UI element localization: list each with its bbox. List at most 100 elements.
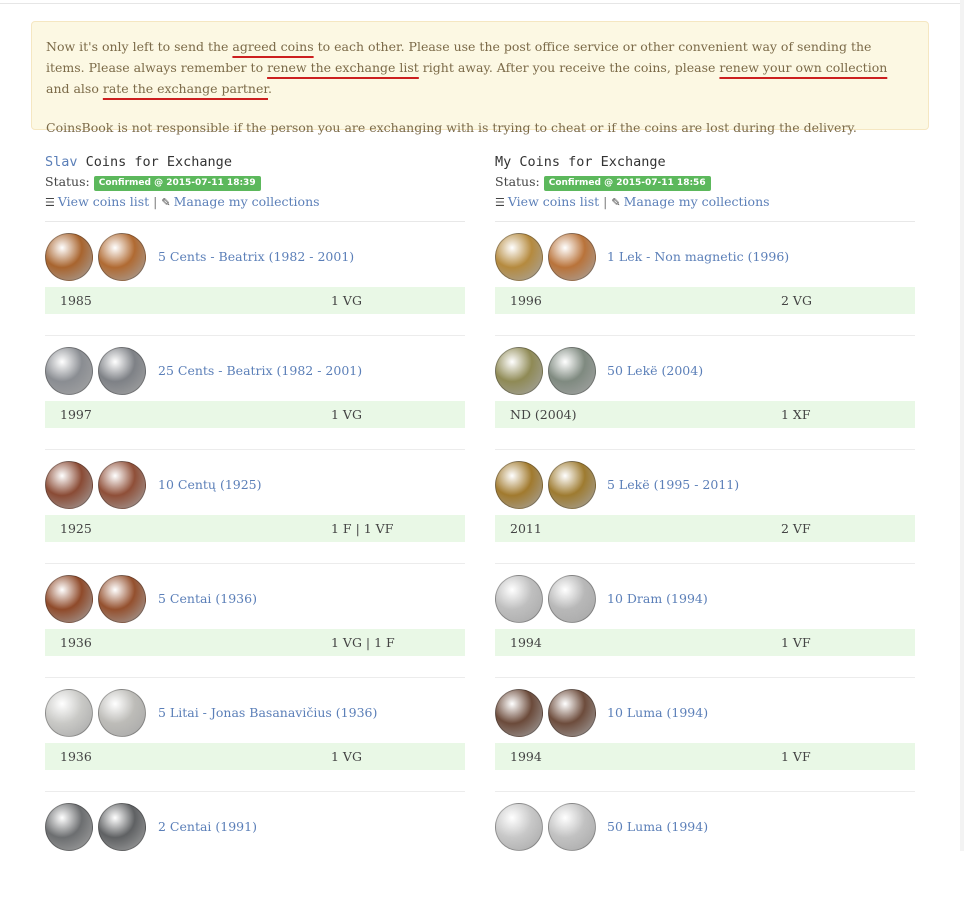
coin-obverse-image[interactable] — [45, 689, 93, 737]
coin-condition: 1 VF — [781, 749, 811, 764]
coin-variant-row: 1994 1 VF — [495, 629, 915, 656]
coin-variant-row: 1994 1 VF — [495, 743, 915, 770]
coin-condition: 2 VF — [781, 521, 811, 536]
status-badge: Confirmed @ 2015-07-11 18:39 — [93, 176, 261, 191]
coin-reverse-image[interactable] — [98, 689, 146, 737]
coin-year: 1994 — [510, 635, 542, 650]
coin-item: 1 Lek - Non magnetic (1996) 1996 2 VG — [495, 222, 915, 336]
notice-paragraph-2: CoinsBook is not responsible if the pers… — [46, 120, 857, 135]
coin-variant-row: 2011 2 VF — [495, 515, 915, 542]
coin-reverse-image[interactable] — [548, 347, 596, 395]
coin-year: 1985 — [60, 293, 92, 308]
list-icon: ☰ — [45, 196, 55, 209]
coin-variant-row: 1925 1 F | 1 VF — [45, 515, 465, 542]
agreed-coins-link[interactable]: agreed coins — [232, 39, 313, 54]
coin-name-link[interactable]: 5 Litai - Jonas Basanavičius (1936) — [158, 705, 377, 720]
coin-obverse-image[interactable] — [45, 461, 93, 509]
my-coins-title: My Coins for Exchange — [495, 154, 666, 170]
coin-item: 5 Lekë (1995 - 2011) 2011 2 VF — [495, 450, 915, 564]
coin-name-link[interactable]: 5 Centai (1936) — [158, 591, 257, 606]
coin-reverse-image[interactable] — [548, 803, 596, 851]
my-status: Status: Confirmed @ 2015-07-11 18:56 — [495, 172, 915, 192]
coin-name-link[interactable]: 50 Luma (1994) — [607, 819, 708, 834]
partner-coins-column: Slav Coins for Exchange Status: Confirme… — [45, 152, 465, 851]
view-coins-list-link[interactable]: View coins list — [58, 194, 149, 209]
coin-obverse-image[interactable] — [495, 575, 543, 623]
coin-obverse-image[interactable] — [495, 803, 543, 851]
coin-name-link[interactable]: 10 Luma (1994) — [607, 705, 708, 720]
coin-name-link[interactable]: 10 Centų (1925) — [158, 477, 262, 492]
coin-reverse-image[interactable] — [548, 233, 596, 281]
partner-name-link[interactable]: Slav — [45, 154, 78, 170]
coin-reverse-image[interactable] — [548, 461, 596, 509]
coin-obverse-image[interactable] — [495, 689, 543, 737]
notice-paragraph-1: Now it's only left to send the agreed co… — [46, 39, 888, 96]
coin-reverse-image[interactable] — [548, 575, 596, 623]
coin-condition: 1 VG — [331, 407, 362, 422]
coin-reverse-image[interactable] — [98, 347, 146, 395]
coin-item: 50 Lekë (2004) ND (2004) 1 XF — [495, 336, 915, 450]
coin-obverse-image[interactable] — [45, 347, 93, 395]
coin-name-link[interactable]: 5 Lekë (1995 - 2011) — [607, 477, 739, 492]
coin-year: 1925 — [60, 521, 92, 536]
my-coins-column: My Coins for Exchange Status: Confirmed … — [495, 152, 915, 851]
coin-condition: 1 VF — [781, 635, 811, 650]
coin-item: 10 Luma (1994) 1994 1 VF — [495, 678, 915, 792]
coin-year: 1936 — [60, 635, 92, 650]
coin-item: 5 Centai (1936) 1936 1 VG | 1 F — [45, 564, 465, 678]
coin-year: 1997 — [60, 407, 92, 422]
coin-reverse-image[interactable] — [98, 461, 146, 509]
coin-item: 5 Litai - Jonas Basanavičius (1936) 1936… — [45, 678, 465, 792]
coin-name-link[interactable]: 25 Cents - Beatrix (1982 - 2001) — [158, 363, 362, 378]
coin-item: 25 Cents - Beatrix (1982 - 2001) 1997 1 V… — [45, 336, 465, 450]
coin-variant-row: ND (2004) 1 XF — [495, 401, 915, 428]
coin-name-link[interactable]: 1 Lek - Non magnetic (1996) — [607, 249, 789, 264]
coin-item: 2 Centai (1991) — [45, 792, 465, 905]
partner-links: ☰ View coins list | ✎ Manage my collections — [45, 194, 320, 209]
coin-year: 1994 — [510, 749, 542, 764]
coin-year: 1996 — [510, 293, 542, 308]
coin-condition: 1 VG — [331, 749, 362, 764]
partner-coin-list: 5 Cents - Beatrix (1982 - 2001) 1985 1 VG… — [45, 221, 465, 905]
view-coins-list-link[interactable]: View coins list — [508, 194, 599, 209]
coin-item: 10 Dram (1994) 1994 1 VF — [495, 564, 915, 678]
status-badge: Confirmed @ 2015-07-11 18:56 — [543, 176, 711, 191]
coin-year: ND (2004) — [510, 407, 577, 422]
coin-name-link[interactable]: 5 Cents - Beatrix (1982 - 2001) — [158, 249, 354, 264]
coin-condition: 1 VG — [331, 293, 362, 308]
list-icon: ☰ — [495, 196, 505, 209]
exchange-notice: Now it's only left to send the agreed co… — [31, 21, 929, 135]
coin-obverse-image[interactable] — [45, 233, 93, 281]
edit-icon: ✎ — [161, 196, 171, 209]
renew-own-collection-link[interactable]: renew your own collection — [719, 60, 887, 75]
my-links: ☰ View coins list | ✎ Manage my collections — [495, 194, 770, 209]
coin-reverse-image[interactable] — [548, 689, 596, 737]
coin-item: 50 Luma (1994) — [495, 792, 915, 905]
coin-year: 1936 — [60, 749, 92, 764]
coin-reverse-image[interactable] — [98, 233, 146, 281]
coin-condition: 2 VG — [781, 293, 812, 308]
partner-coins-title: Slav Coins for Exchange — [45, 154, 232, 170]
rate-exchange-partner-link[interactable]: rate the exchange partner — [103, 81, 268, 96]
coin-name-link[interactable]: 2 Centai (1991) — [158, 819, 257, 834]
manage-collections-link[interactable]: Manage my collections — [174, 194, 320, 209]
coin-name-link[interactable]: 10 Dram (1994) — [607, 591, 708, 606]
coin-year: 2011 — [510, 521, 542, 536]
coin-variant-row: 1996 2 VG — [495, 287, 915, 314]
coin-reverse-image[interactable] — [98, 575, 146, 623]
coin-obverse-image[interactable] — [45, 575, 93, 623]
coin-condition: 1 VG | 1 F — [331, 635, 395, 650]
coin-obverse-image[interactable] — [495, 347, 543, 395]
coin-reverse-image[interactable] — [98, 803, 146, 851]
coin-obverse-image[interactable] — [495, 461, 543, 509]
coin-name-link[interactable]: 50 Lekë (2004) — [607, 363, 703, 378]
renew-exchange-list-link[interactable]: renew the exchange list — [267, 60, 419, 75]
manage-collections-link[interactable]: Manage my collections — [624, 194, 770, 209]
coin-variant-row: 1997 1 VG — [45, 401, 465, 428]
coin-obverse-image[interactable] — [495, 233, 543, 281]
partner-status: Status: Confirmed @ 2015-07-11 18:39 — [45, 172, 465, 192]
coin-condition: 1 XF — [781, 407, 811, 422]
coin-obverse-image[interactable] — [45, 803, 93, 851]
coin-item: 10 Centų (1925) 1925 1 F | 1 VF — [45, 450, 465, 564]
coin-item: 5 Cents - Beatrix (1982 - 2001) 1985 1 VG — [45, 222, 465, 336]
